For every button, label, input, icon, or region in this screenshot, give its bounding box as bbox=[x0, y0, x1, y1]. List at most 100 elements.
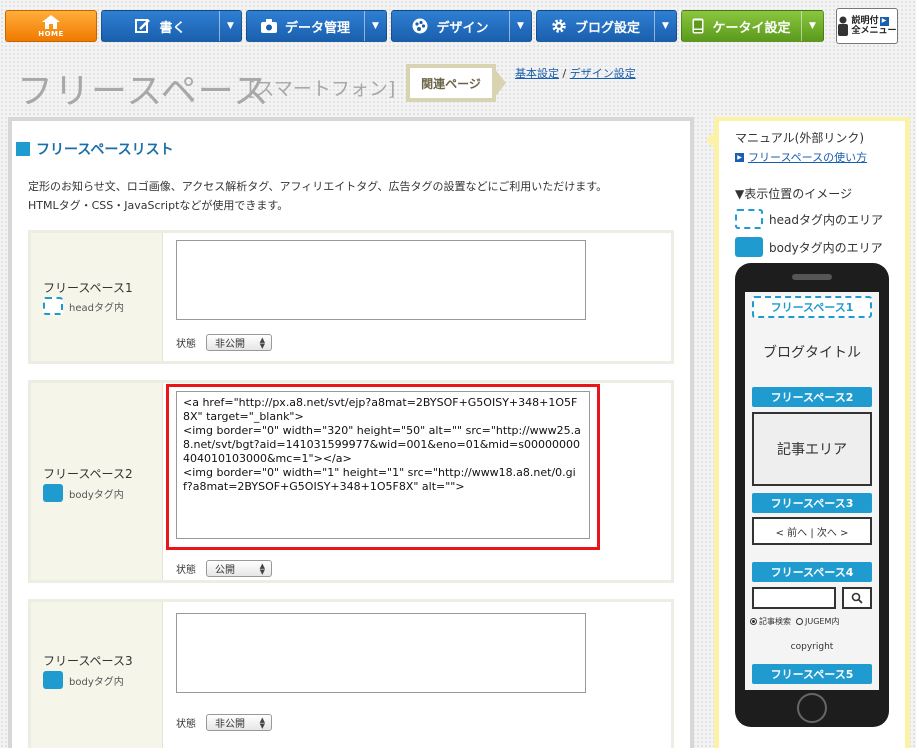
preview-radios: 記事検索 JUGEM内 bbox=[750, 616, 839, 627]
free-space-3-textarea[interactable] bbox=[176, 613, 586, 693]
free-space-2-row: フリースペース2 bodyタグ内 <a href="http://px.a8.n… bbox=[28, 380, 674, 583]
preview-radio-1: 記事検索 bbox=[759, 617, 791, 626]
home-label: HOME bbox=[38, 29, 64, 38]
manual-link[interactable]: ▶ フリースペースの使い方 bbox=[735, 149, 867, 165]
pencil-icon bbox=[135, 19, 151, 33]
radio-unselected-icon bbox=[796, 618, 803, 625]
nav-write-dropdown[interactable]: ▼ bbox=[219, 11, 241, 41]
description-line-1: 定形のお知らせ文、ロゴ画像、アクセス解析タグ、アフィリエイトタグ、広告タグの設置… bbox=[28, 180, 608, 193]
free-space-1-tag-label: headタグ内 bbox=[69, 302, 124, 314]
nav-blog-settings-dropdown[interactable]: ▼ bbox=[654, 11, 676, 41]
free-space-3-state-select[interactable]: 非公開 ▲ ▼ bbox=[206, 714, 272, 731]
page-title: フリースペース bbox=[17, 71, 270, 112]
manual-link-label: フリースペースの使い方 bbox=[748, 151, 868, 164]
preview-free-space-5: フリースペース5 bbox=[752, 664, 872, 684]
nav-design-label: デザイン bbox=[436, 20, 489, 36]
link-separator: / bbox=[559, 67, 570, 80]
chevron-down-icon: ▼ bbox=[517, 21, 524, 31]
free-space-3-tag-label: bodyタグ内 bbox=[69, 676, 124, 688]
free-space-2-state-value: 公開 bbox=[215, 565, 235, 576]
person-icon bbox=[838, 16, 849, 36]
mobile-phone-icon bbox=[692, 18, 704, 34]
full-menu-line1: 説明付 bbox=[851, 16, 879, 26]
free-space-2-state-row: 状態 公開 ▲ ▼ bbox=[176, 560, 272, 577]
full-menu-line2: 全メニュー bbox=[851, 26, 897, 36]
chevron-down-icon: ▼ bbox=[662, 21, 669, 31]
nav-mobile-settings-label: ケータイ設定 bbox=[712, 20, 791, 36]
nav-design[interactable]: デザイン ▼ bbox=[391, 10, 532, 42]
free-space-2-state-label: 状態 bbox=[176, 565, 196, 576]
free-space-1-state-row: 状態 非公開 ▲ ▼ bbox=[176, 334, 272, 351]
nav-mobile-settings-dropdown[interactable]: ▼ bbox=[801, 11, 823, 41]
preview-free-space-4: フリースペース4 bbox=[752, 562, 872, 582]
chevron-down-icon: ▼ bbox=[809, 21, 816, 31]
sidebar: マニュアル(外部リンク) ▶ フリースペースの使い方 ▼表示位置のイメージ he… bbox=[714, 117, 910, 748]
free-space-1-state-value: 非公開 bbox=[215, 339, 245, 350]
camera-icon bbox=[260, 19, 277, 33]
page-subtitle: [スマートフォン] bbox=[248, 78, 396, 100]
up-down-icon: ▲ ▼ bbox=[259, 335, 265, 350]
arrow-right-icon: ▶ bbox=[879, 16, 889, 26]
legend-body-area: bodyタグ内のエリア bbox=[735, 237, 883, 257]
related-pages-arrow bbox=[494, 68, 506, 98]
global-nav: HOME 書く ▼ データ管理 ▼ デザイン ▼ ブログ設定 ▼ ケータイ設定 bbox=[0, 8, 916, 46]
body-area-icon bbox=[43, 484, 63, 502]
home-button[interactable]: HOME bbox=[5, 10, 97, 42]
free-space-2-state-select[interactable]: 公開 ▲ ▼ bbox=[206, 560, 272, 577]
phone-screen: フリースペース1 ブログタイトル フリースペース2 記事エリア フリースペース3… bbox=[745, 292, 879, 690]
phone-home-button bbox=[797, 693, 827, 723]
free-space-2-textarea[interactable]: <a href="http://px.a8.net/svt/ejp?a8mat=… bbox=[176, 391, 590, 539]
radio-selected-icon bbox=[750, 618, 757, 625]
free-space-3-state-row: 状態 非公開 ▲ ▼ bbox=[176, 714, 272, 731]
free-space-1-state-label: 状態 bbox=[176, 339, 196, 350]
free-space-1-name: フリースペース1 bbox=[43, 281, 133, 295]
nav-data[interactable]: データ管理 ▼ bbox=[246, 10, 387, 42]
nav-write[interactable]: 書く ▼ bbox=[101, 10, 242, 42]
legend-head-label: headタグ内のエリア bbox=[769, 212, 883, 227]
free-space-2-tag: bodyタグ内 bbox=[43, 484, 124, 502]
free-space-1-row: フリースペース1 headタグ内 状態 非公開 ▲ ▼ bbox=[28, 230, 674, 364]
nav-mobile-settings[interactable]: ケータイ設定 ▼ bbox=[681, 10, 824, 42]
chevron-down-icon: ▼ bbox=[372, 21, 379, 31]
preview-free-space-3: フリースペース3 bbox=[752, 493, 872, 513]
up-down-icon: ▲ ▼ bbox=[259, 561, 265, 576]
preview-search-button bbox=[842, 587, 872, 609]
preview-search-input bbox=[752, 587, 836, 609]
free-space-1-state-select[interactable]: 非公開 ▲ ▼ bbox=[206, 334, 272, 351]
related-pages-label: 関連ページ bbox=[406, 64, 496, 102]
head-area-icon bbox=[735, 209, 763, 229]
legend-body-label: bodyタグ内のエリア bbox=[769, 240, 883, 255]
preview-free-space-2: フリースペース2 bbox=[752, 387, 872, 407]
phone-preview: フリースペース1 ブログタイトル フリースペース2 記事エリア フリースペース3… bbox=[735, 263, 889, 727]
position-heading: ▼表示位置のイメージ bbox=[735, 187, 852, 201]
preview-copyright: copyright bbox=[790, 642, 834, 652]
body-area-icon bbox=[43, 671, 63, 689]
free-space-panel: フリースペースリスト 定形のお知らせ文、ロゴ画像、アクセス解析タグ、アフィリエイ… bbox=[8, 117, 694, 748]
nav-blog-settings-label: ブログ設定 bbox=[574, 20, 640, 36]
up-down-icon: ▲ ▼ bbox=[259, 715, 265, 730]
preview-blog-title: ブログタイトル bbox=[763, 345, 861, 361]
nav-blog-settings[interactable]: ブログ設定 ▼ bbox=[536, 10, 677, 42]
palette-icon bbox=[412, 18, 428, 34]
section-square-icon bbox=[16, 142, 30, 156]
free-space-3-row: フリースペース3 bodyタグ内 状態 非公開 ▲ ▼ bbox=[28, 599, 674, 748]
full-menu-button[interactable]: 説明付 ▶ 全メニュー bbox=[836, 8, 898, 44]
phone-speaker bbox=[792, 274, 832, 280]
search-icon bbox=[851, 592, 863, 604]
manual-heading: マニュアル(外部リンク) bbox=[735, 131, 865, 145]
free-space-3-tag: bodyタグ内 bbox=[43, 671, 124, 689]
free-space-1-textarea[interactable] bbox=[176, 240, 586, 320]
preview-search bbox=[752, 587, 872, 609]
free-space-3-state-value: 非公開 bbox=[215, 719, 245, 730]
free-space-2-name: フリースペース2 bbox=[43, 467, 133, 481]
preview-article-area: 記事エリア bbox=[752, 412, 872, 486]
arrow-right-icon: ▶ bbox=[735, 152, 744, 162]
link-basic-settings[interactable]: 基本設定 bbox=[515, 67, 559, 80]
link-design-settings[interactable]: デザイン設定 bbox=[570, 67, 636, 80]
nav-data-dropdown[interactable]: ▼ bbox=[364, 11, 386, 41]
related-links: 基本設定 / デザイン設定 bbox=[515, 65, 636, 81]
nav-design-dropdown[interactable]: ▼ bbox=[509, 11, 531, 41]
free-space-3-name: フリースペース3 bbox=[43, 654, 133, 668]
description: 定形のお知らせ文、ロゴ画像、アクセス解析タグ、アフィリエイトタグ、広告タグの設置… bbox=[28, 177, 607, 215]
home-icon bbox=[42, 14, 60, 29]
